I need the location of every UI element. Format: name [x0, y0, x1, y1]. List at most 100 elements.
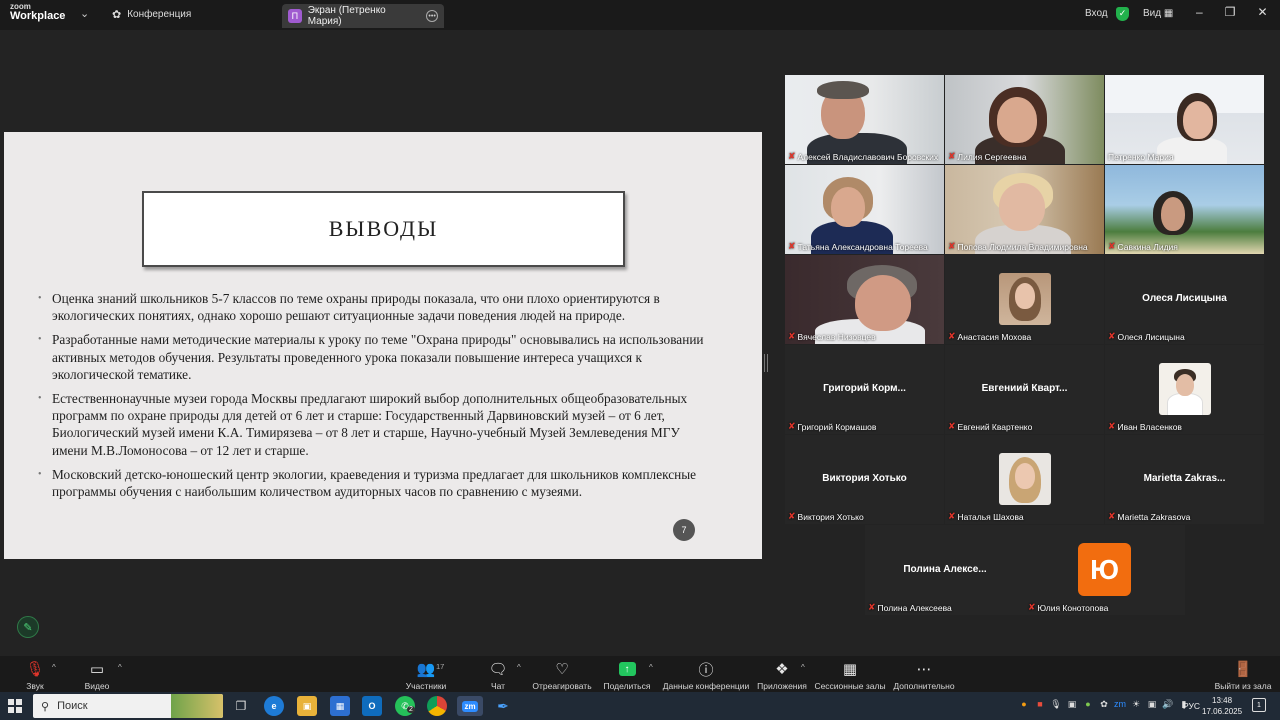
mic-muted-icon: ✘: [788, 421, 796, 431]
participant-tile[interactable]: ✘ Лилия Сергеевна: [945, 75, 1104, 164]
more-icon[interactable]: •••: [426, 10, 439, 22]
whatsapp-badge: 2: [407, 706, 415, 713]
pen-app-icon[interactable]: ✒: [493, 696, 513, 716]
shield-icon[interactable]: ✓: [1116, 7, 1129, 21]
system-tray: ● ■ 🎙 ▣ ● ✿ zm ☀ ▣ 🔊 ▮: [1018, 698, 1190, 710]
task-view-icon[interactable]: ❐: [231, 696, 251, 716]
outlook-icon[interactable]: O: [362, 696, 382, 716]
mic-muted-icon: ✘: [1108, 241, 1116, 251]
leave-meeting-button[interactable]: 🚪 Выйти из зала: [1215, 656, 1272, 692]
close-icon[interactable]: ✕: [1257, 5, 1267, 19]
share-screen-button[interactable]: ↑ Поделиться: [603, 656, 651, 692]
video-options-caret-icon[interactable]: ^: [118, 663, 122, 672]
participant-tile[interactable]: ✘ Попова Людмила Владимировна: [945, 165, 1104, 254]
tray-mic-icon[interactable]: 🎙: [1050, 698, 1062, 710]
audio-button[interactable]: 🎙 Звук: [20, 656, 50, 692]
tab-conference[interactable]: ✿ Конференция: [112, 8, 191, 21]
video-face: [855, 275, 911, 331]
zoom-taskbar-icon[interactable]: zm: [457, 696, 483, 716]
bullet-dot-icon: •: [38, 468, 42, 480]
tray-app-icon[interactable]: ✿: [1098, 698, 1110, 710]
gallery-overflow-row: Полина Алексе... ✘ Полина Алексеева Ю ✘ Юл…: [865, 525, 1185, 615]
more-button[interactable]: ⋯ Дополнительно: [893, 656, 955, 692]
search-icon: ⚲: [41, 700, 50, 713]
participant-tile[interactable]: ✘ Иван Власенков: [1105, 345, 1264, 434]
tab-shared-screen[interactable]: П Экран (Петренко Мария) •••: [282, 4, 444, 28]
avatar-face: [1176, 374, 1194, 396]
participant-name: ✘ Савкина Лидия: [1108, 241, 1178, 252]
tray-app-icon[interactable]: ▣: [1066, 698, 1078, 710]
tray-zoom-icon[interactable]: zm: [1114, 698, 1126, 710]
participant-tile[interactable]: ✘ Алексей Владиславович Боровских: [785, 75, 944, 164]
notification-icon[interactable]: 1: [1252, 698, 1266, 712]
participant-tile[interactable]: Ю ✘ Юлия Конотопова: [1025, 525, 1185, 615]
chrome-icon[interactable]: [427, 696, 447, 716]
share-arrow-icon: ↑: [618, 659, 636, 679]
participant-name: ✘ Попова Людмила Владимировна: [948, 241, 1088, 252]
participant-tile[interactable]: Полина Алексе... ✘ Полина Алексеева: [865, 525, 1025, 615]
network-icon[interactable]: ▣: [1146, 698, 1158, 710]
edge-icon[interactable]: e: [264, 696, 284, 716]
slide-title: ВЫВОДЫ: [142, 191, 625, 267]
restore-icon[interactable]: ❐: [1225, 5, 1236, 19]
participants-count: 17: [436, 662, 445, 671]
mic-muted-icon: ✘: [1108, 331, 1116, 341]
participant-display-name: Виктория Хотько: [822, 473, 907, 484]
participant-tile[interactable]: Евгениий Кварт... ✘ Евгений Квартенко: [945, 345, 1104, 434]
taskbar-search-input[interactable]: ⚲ Поиск: [33, 694, 223, 718]
language-indicator[interactable]: РУС: [1183, 701, 1200, 711]
minimize-icon[interactable]: –: [1196, 5, 1203, 19]
mic-muted-icon: ✘: [868, 602, 876, 612]
zoom-logo[interactable]: zoom Workplace: [10, 3, 70, 27]
participant-tile[interactable]: Григорий Корм... ✘ Григорий Кормашов: [785, 345, 944, 434]
participant-tile[interactable]: Виктория Хотько ✘ Виктория Хотько: [785, 435, 944, 524]
chat-options-caret-icon[interactable]: ^: [517, 663, 521, 672]
apps-options-caret-icon[interactable]: ^: [801, 663, 805, 672]
tab-conference-label: Конференция: [127, 9, 192, 20]
participant-name: ✘ Полина Алексеева: [868, 602, 952, 613]
view-button[interactable]: Вид ▦: [1143, 8, 1173, 19]
participant-name: ✘ Олеся Лисицына: [1108, 331, 1185, 342]
participant-tile[interactable]: Олеся Лисицына ✘ Олеся Лисицына: [1105, 255, 1264, 344]
participant-tile-active-speaker[interactable]: Петренко Мария: [1105, 75, 1264, 164]
participant-tile[interactable]: ✘ Анастасия Мохова: [945, 255, 1104, 344]
apps-button[interactable]: ❖ Приложения: [757, 656, 807, 692]
audio-options-caret-icon[interactable]: ^: [52, 663, 56, 672]
chat-button[interactable]: 🗨 Чат: [486, 656, 510, 692]
participant-display-name: Олеся Лисицына: [1142, 293, 1227, 304]
slide-bullet: • Естественнонаучные музеи города Москвы …: [38, 391, 688, 458]
video-feed: [1105, 75, 1264, 164]
annotate-pen-icon[interactable]: ✎: [17, 616, 39, 638]
tray-app-icon[interactable]: ■: [1034, 698, 1046, 710]
breakout-rooms-button[interactable]: ▦ Сессионные залы: [814, 656, 885, 692]
panel-splitter-handle[interactable]: [764, 354, 768, 372]
participant-tile[interactable]: ✘ Наталья Шахова: [945, 435, 1104, 524]
store-icon[interactable]: ▦: [330, 696, 350, 716]
chevron-down-icon[interactable]: ⌄: [80, 7, 89, 20]
participant-tile[interactable]: Marietta Zakras... ✘ Marietta Zakrasova: [1105, 435, 1264, 524]
mic-muted-icon: ✘: [1028, 602, 1036, 612]
participant-tile[interactable]: ✘ Татьяна Александровна Тореева: [785, 165, 944, 254]
participant-name: ✘ Иван Власенков: [1108, 421, 1182, 432]
video-camera-icon: ▭: [89, 661, 105, 678]
bullet-dot-icon: •: [38, 393, 42, 405]
volume-icon[interactable]: 🔊: [1162, 698, 1174, 710]
slide-page-number: 7: [673, 519, 695, 541]
taskbar-clock[interactable]: 13:48 17.06.2025: [1202, 695, 1242, 717]
share-options-caret-icon[interactable]: ^: [649, 663, 653, 672]
participant-tile[interactable]: ✘ Вячеслав Низовцев: [785, 255, 944, 344]
signin-link[interactable]: Вход: [1085, 8, 1108, 19]
participant-name: ✘ Анастасия Мохова: [948, 331, 1032, 342]
tray-app-icon[interactable]: ●: [1018, 698, 1030, 710]
video-button[interactable]: ▭ Видео: [80, 656, 114, 692]
participant-tile[interactable]: ✘ Савкина Лидия: [1105, 165, 1264, 254]
search-highlight-image: [171, 694, 223, 718]
info-icon: ⓘ: [698, 661, 714, 679]
file-explorer-icon[interactable]: ▣: [297, 696, 317, 716]
logo-line2: Workplace: [10, 10, 66, 22]
react-button[interactable]: ♡ Отреагировать: [531, 656, 593, 692]
meeting-info-button[interactable]: ⓘ Данные конференции: [663, 656, 750, 692]
tray-app-icon[interactable]: ●: [1082, 698, 1094, 710]
tray-app-icon[interactable]: ☀: [1130, 698, 1142, 710]
windows-start-icon[interactable]: [8, 699, 22, 713]
